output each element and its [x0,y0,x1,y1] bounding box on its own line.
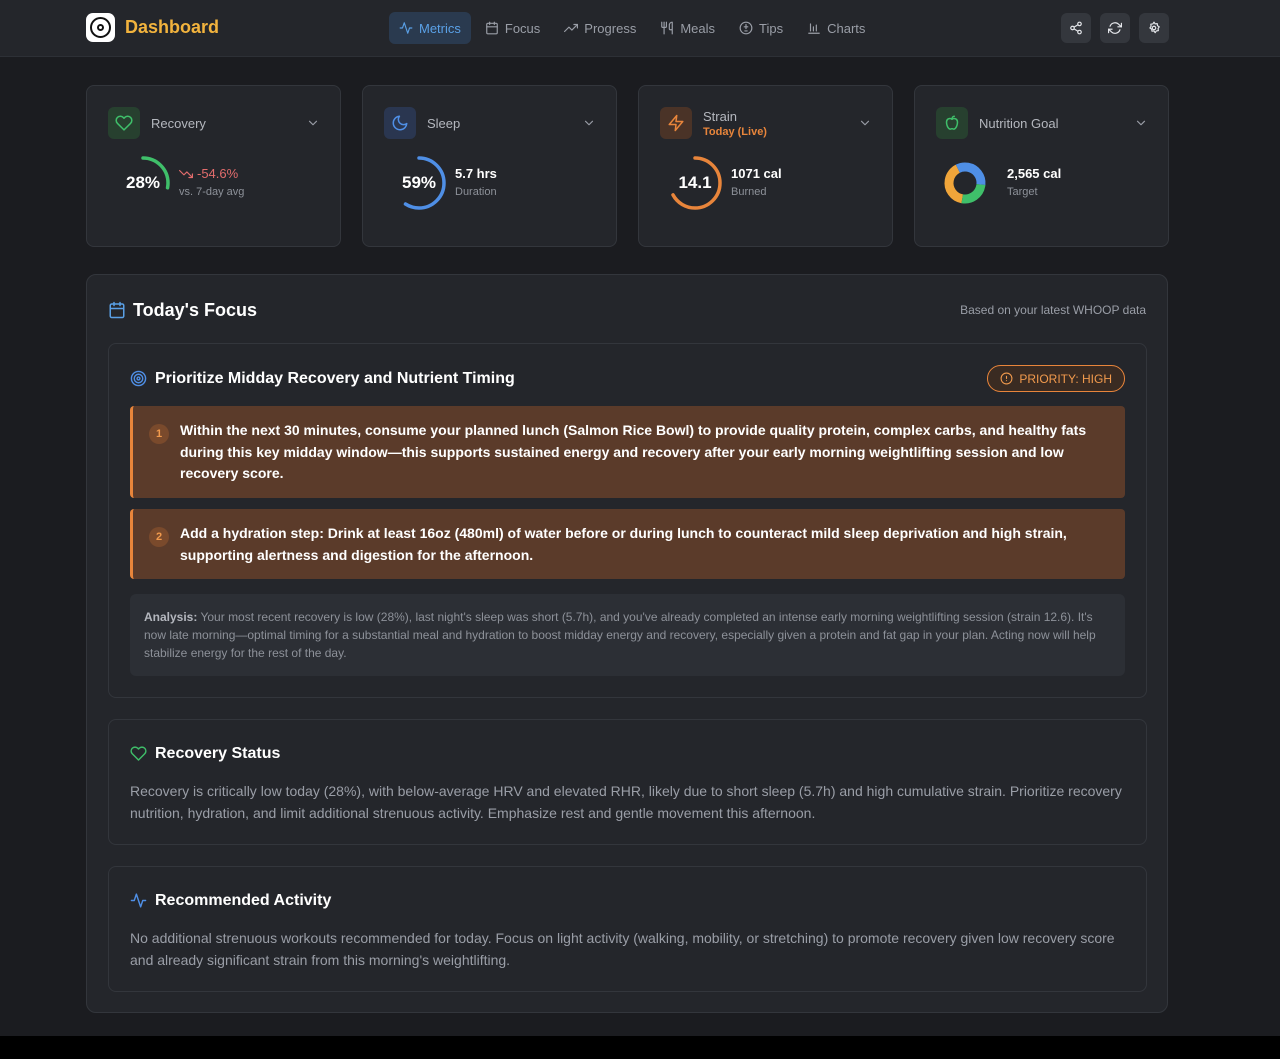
calendar-icon [486,21,498,35]
brand[interactable]: Dashboard [86,13,219,42]
activity-title: Recommended Activity [155,892,332,909]
settings-button[interactable] [1139,13,1169,43]
nutrition-card[interactable]: Nutrition Goal 2,565 cal Target [914,85,1169,247]
refresh-icon [1108,22,1122,34]
nutrition-target-label: Target [1007,186,1038,198]
panel-note: Based on your latest WHOOP data [960,303,1146,317]
focus-panel: Today's Focus Based on your latest WHOOP… [86,274,1168,1013]
top-bar: Dashboard Metrics Focus Progress Meals T… [0,0,1280,57]
tab-charts[interactable]: Charts [797,12,875,44]
refresh-button[interactable] [1100,13,1130,43]
activity-icon [130,893,147,908]
macro-donut [944,162,986,204]
tab-label: Metrics [419,20,461,36]
recommended-activity-card: Recommended Activity No additional stren… [108,866,1147,992]
tab-label: Meals [680,20,716,36]
header-actions [1061,13,1169,43]
alert-circle-icon [1000,372,1013,385]
sleep-value: 59% [401,173,437,192]
main-nav: Metrics Focus Progress Meals Tips Charts [389,12,875,44]
tab-label: Focus [504,20,541,36]
utensils-icon [661,21,674,35]
tab-label: Charts [827,20,866,36]
card-title: Sleep [427,116,461,131]
step-text: Add a hydration step: Drink at least 16o… [180,525,1067,563]
strain-calories: 1071 cal [731,166,782,181]
share-button[interactable] [1061,13,1091,43]
tab-metrics[interactable]: Metrics [389,12,471,44]
recovery-trend: -54.6% [179,166,238,181]
chevron-down-icon[interactable] [858,116,872,130]
activity-text: No additional strenuous workouts recomme… [130,930,1115,968]
panel-title: Today's Focus [133,300,257,320]
app-logo-icon [86,13,115,42]
tab-tips[interactable]: Tips [729,12,793,44]
action-step: 2 Add a hydration step: Drink at least 1… [130,509,1125,579]
tab-meals[interactable]: Meals [650,12,725,44]
recovery-status-card: Recovery Status Recovery is critically l… [108,719,1147,845]
tab-progress[interactable]: Progress [554,12,646,44]
moon-icon [384,107,416,139]
calendar-icon [109,301,125,319]
strain-card[interactable]: Strain Today (Live) 14.1 1071 cal Burned [638,85,893,247]
action-step: 1 Within the next 30 minutes, consume yo… [130,406,1125,498]
tab-label: Progress [584,20,637,36]
activity-icon [399,22,413,34]
focus-title: Prioritize Midday Recovery and Nutrient … [155,370,515,387]
recovery-card[interactable]: Recovery 28% -54.6% vs. 7-day avg [86,85,341,247]
step-number: 1 [149,424,169,444]
card-subtitle: Today (Live) [703,126,767,138]
analysis-text: Your most recent recovery is low (28%), … [144,610,1096,660]
nutrition-target: 2,565 cal [1007,166,1062,181]
recovery-status-title: Recovery Status [155,745,281,762]
recovery-value: 28% [125,173,161,192]
apple-icon [936,107,968,139]
app-title: Dashboard [125,17,220,37]
heart-icon [130,746,147,761]
strain-calories-label: Burned [731,186,767,198]
tab-focus[interactable]: Focus [475,12,550,44]
analysis-box: Analysis: Your most recent recovery is l… [130,594,1125,676]
analysis-label: Analysis: [144,610,198,624]
step-number: 2 [149,527,169,547]
window-bottom-edge [0,1036,1280,1059]
trending-down-icon [179,169,193,178]
settings-icon [1149,21,1160,34]
card-title: Nutrition Goal [979,116,1059,131]
recovery-status-text: Recovery is critically low today (28%), … [130,783,1122,821]
target-icon [130,370,147,387]
share-icon [1070,21,1082,35]
chevron-down-icon[interactable] [306,116,320,130]
strain-value: 14.1 [678,173,712,192]
sleep-card[interactable]: Sleep 59% 5.7 hrs Duration [362,85,617,247]
bar-chart-icon [808,23,820,34]
card-title: Strain [703,109,737,124]
step-text: Within the next 30 minutes, consume your… [180,422,1087,481]
tab-label: Tips [759,20,784,36]
sleep-duration: 5.7 hrs [455,166,497,181]
card-title: Recovery [151,116,206,131]
priority-badge: PRIORITY: HIGH [987,365,1125,392]
priority-label: PRIORITY: HIGH [1019,371,1112,386]
sleep-duration-label: Duration [455,186,497,198]
lightning-icon [660,107,692,139]
chevron-down-icon[interactable] [582,116,596,130]
heart-icon [108,107,140,139]
trending-up-icon [564,23,579,33]
trend-value: -54.6% [197,166,239,181]
chevron-down-icon[interactable] [1134,116,1148,130]
trend-label: vs. 7-day avg [179,186,245,198]
priority-focus-card: Prioritize Midday Recovery and Nutrient … [108,343,1147,698]
lightbulb-icon [739,21,753,35]
